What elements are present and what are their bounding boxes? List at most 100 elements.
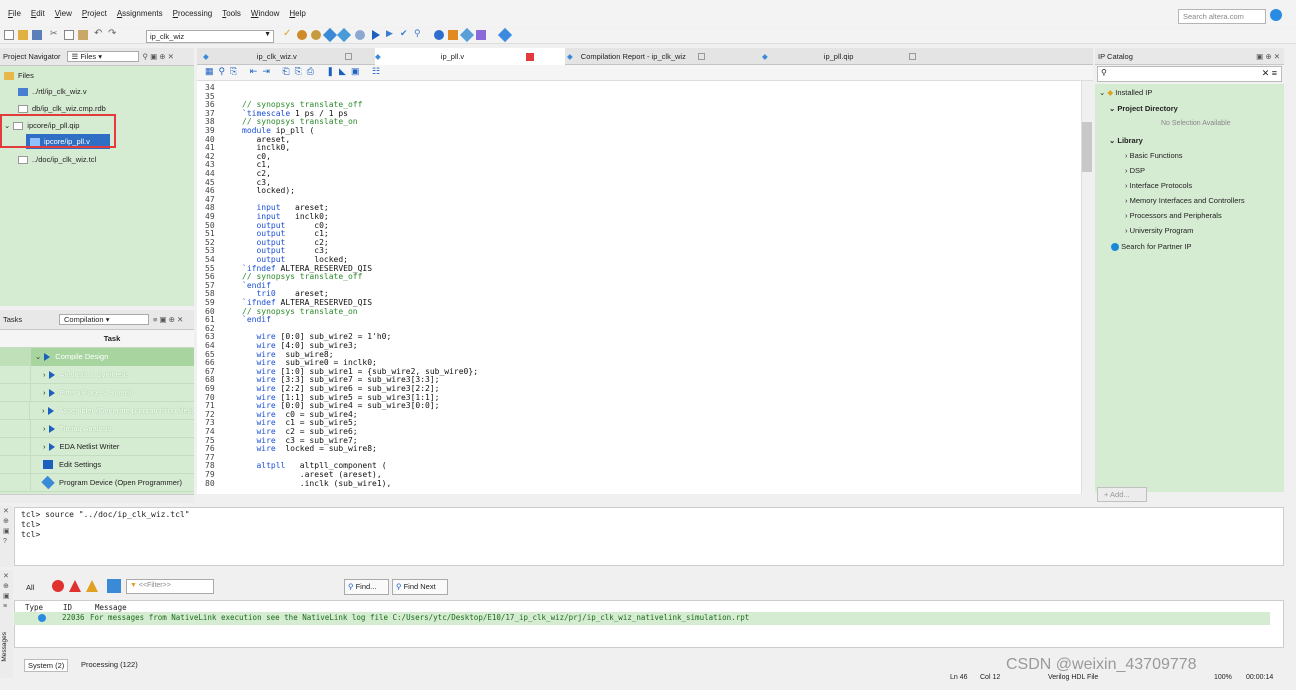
new-file-icon[interactable] [4, 30, 14, 40]
open-folder-icon[interactable] [18, 30, 28, 40]
ip-project-directory[interactable]: ⌄ Project Directory [1109, 104, 1178, 113]
close-icon[interactable] [697, 53, 705, 60]
timing-icon[interactable]: ✔ [400, 28, 410, 38]
copy-icon[interactable] [64, 30, 74, 40]
critical-warning-filter-icon[interactable] [69, 580, 81, 592]
tab-ip-pll-active[interactable]: ◆ ip_pll.v [375, 48, 565, 65]
menu-tools[interactable]: Tools [222, 9, 241, 18]
ssn-icon[interactable] [459, 27, 475, 43]
task-edit-settings[interactable]: Edit Settings [0, 455, 194, 474]
panel-controls-icon[interactable]: ✕ ⊕ ▣? [3, 507, 10, 547]
start-compilation-icon[interactable] [372, 30, 380, 40]
task-eda-netlist[interactable]: › EDA Netlist Writer [0, 437, 194, 456]
navigator-view-select[interactable]: ☰ Files ▾ [66, 51, 139, 62]
close-icon[interactable] [909, 53, 917, 60]
ip-category[interactable]: › Processors and Peripherals [1125, 211, 1222, 220]
ip-library[interactable]: ⌄ Library [1109, 136, 1143, 145]
settings-gear-icon[interactable] [311, 30, 321, 40]
panel-controls-icon[interactable]: ✕ ⊕ ▣ ≡ [3, 572, 10, 612]
message-filter-input[interactable]: ▼ <<Filter>> [126, 579, 214, 594]
ip-category[interactable]: › Interface Protocols [1125, 181, 1192, 190]
search-input[interactable]: Search altera.com [1178, 9, 1266, 24]
undo-icon[interactable]: ↶ [94, 28, 104, 39]
ip-category[interactable]: › University Program [1125, 226, 1193, 235]
design-partition-icon[interactable] [322, 27, 338, 43]
ip-partner-search[interactable]: Search for Partner IP [1111, 242, 1192, 252]
tab-processing[interactable]: Processing (122) [78, 659, 141, 670]
info-filter-icon[interactable] [107, 579, 121, 593]
save-icon[interactable] [32, 30, 42, 40]
ip-search-input[interactable]: ⚲ ✕ ≡ [1097, 66, 1282, 82]
menu-help[interactable]: Help [289, 9, 305, 18]
pin-planner-icon[interactable]: ✓ [283, 28, 293, 39]
file-row[interactable]: ../doc/ip_clk_wiz.tcl [18, 152, 96, 167]
ip-category[interactable]: › DSP [1125, 166, 1145, 175]
filter-all[interactable]: All [26, 583, 34, 592]
highlight-box [0, 114, 116, 148]
flow-select[interactable]: Compilation ▾ [59, 314, 149, 325]
task-analysis-synthesis[interactable]: › Analysis & Synthesis [0, 365, 194, 384]
find-button[interactable]: ⚲ Find... [344, 579, 389, 595]
diamond-icon: ◆ [567, 52, 573, 61]
stop-icon[interactable] [355, 30, 365, 40]
editor-hscroll[interactable] [197, 494, 1093, 503]
menu-view[interactable]: View [55, 9, 72, 18]
menu-window[interactable]: Window [251, 9, 279, 18]
close-icon[interactable] [344, 53, 352, 60]
panel-controls-icon[interactable]: ▣ ⊕ ✕ [1256, 52, 1280, 61]
find-next-button[interactable]: ⚲ Find Next [392, 579, 448, 595]
menu-file[interactable]: File [8, 9, 21, 18]
tasks-hscroll[interactable] [0, 494, 194, 503]
task-timing-analysis[interactable]: › Timing Analysis [0, 419, 194, 438]
clear-icon[interactable]: ✕ ≡ [1262, 68, 1277, 79]
ip-category[interactable]: › Basic Functions [1125, 151, 1183, 160]
tcl-line: tcl> [21, 530, 41, 539]
menu-assignments[interactable]: Assignments [117, 9, 163, 18]
panel-controls-icon[interactable]: ⚲ ▣ ⊕ ✕ [143, 52, 174, 61]
panel-controls-icon[interactable]: ≡ ▣ ⊕ ✕ [153, 315, 183, 324]
editor-tool-icons[interactable]: ▦⚲⎘ ⇤⇥ ⎗⎘⎙ ❚◣▣ ☷ [205, 66, 385, 77]
search-go-icon[interactable] [1270, 9, 1282, 21]
analysis-icon[interactable]: ▶ [386, 28, 396, 38]
chip-planner-icon[interactable] [297, 30, 307, 40]
redo-icon[interactable]: ↷ [108, 28, 118, 39]
cut-icon[interactable]: ✂ [50, 28, 60, 38]
programmer-icon[interactable] [448, 30, 458, 40]
error-filter-icon[interactable] [52, 580, 64, 592]
system-console-icon[interactable] [476, 30, 486, 40]
warning-filter-icon[interactable] [86, 580, 98, 592]
task-compile-design[interactable]: ⌄ Compile Design [0, 347, 194, 366]
diamond-icon: ◆ [203, 52, 209, 61]
code-line: `endif [242, 315, 271, 325]
editor-scroll-thumb[interactable] [1082, 122, 1092, 172]
line-gutter [197, 81, 233, 494]
ip-category[interactable]: › Memory Interfaces and Controllers [1125, 196, 1245, 205]
ip-installed[interactable]: ⌄ ◆ Installed IP [1099, 88, 1152, 97]
task-program-device[interactable]: Program Device (Open Programmer) [0, 473, 194, 492]
task-assembler[interactable]: › Assembler (Generate programming files) [0, 402, 194, 420]
file-row[interactable]: ../rtl/ip_clk_wiz.v [18, 84, 87, 99]
task-fitter[interactable]: › Fitter (Place & Route) [0, 383, 194, 402]
menu-processing[interactable]: Processing [173, 9, 213, 18]
close-icon[interactable] [526, 52, 535, 61]
tab-compilation-report[interactable]: ◆ Compilation Report - ip_clk_wiz [567, 48, 705, 65]
rtl-viewer-icon[interactable] [434, 30, 444, 40]
ip-icon: ◆ [1107, 88, 1114, 97]
message-row[interactable]: 22036 For messages from NativeLink execu… [14, 612, 1270, 625]
tcl-console-sidebar: ✕ ⊕ ▣? [0, 505, 13, 567]
paste-icon[interactable] [78, 30, 88, 40]
tab-ip-pll-qip[interactable]: ◆ ip_pll.qip [762, 48, 917, 65]
line-number: 69 [205, 384, 215, 393]
tab-ip-clk-wiz[interactable]: ◆ ip_clk_wiz.v [203, 48, 352, 65]
ip-catalog-icon[interactable] [336, 27, 352, 43]
tcl-console[interactable]: tcl> source "../doc/ip_clk_wiz.tcl" tcl>… [14, 507, 1284, 566]
files-root[interactable]: Files [4, 68, 34, 83]
netlist-icon[interactable]: ⚲ [414, 28, 424, 38]
help-diamond-icon[interactable] [497, 27, 513, 43]
add-ip-button[interactable]: + Add... [1097, 487, 1147, 502]
globe-icon [1111, 243, 1119, 252]
menu-project[interactable]: Project [82, 9, 107, 18]
project-combo[interactable]: ip_clk_wiz ▼ [146, 30, 274, 43]
tab-system[interactable]: System (2) [24, 659, 69, 672]
menu-edit[interactable]: Edit [31, 9, 45, 18]
